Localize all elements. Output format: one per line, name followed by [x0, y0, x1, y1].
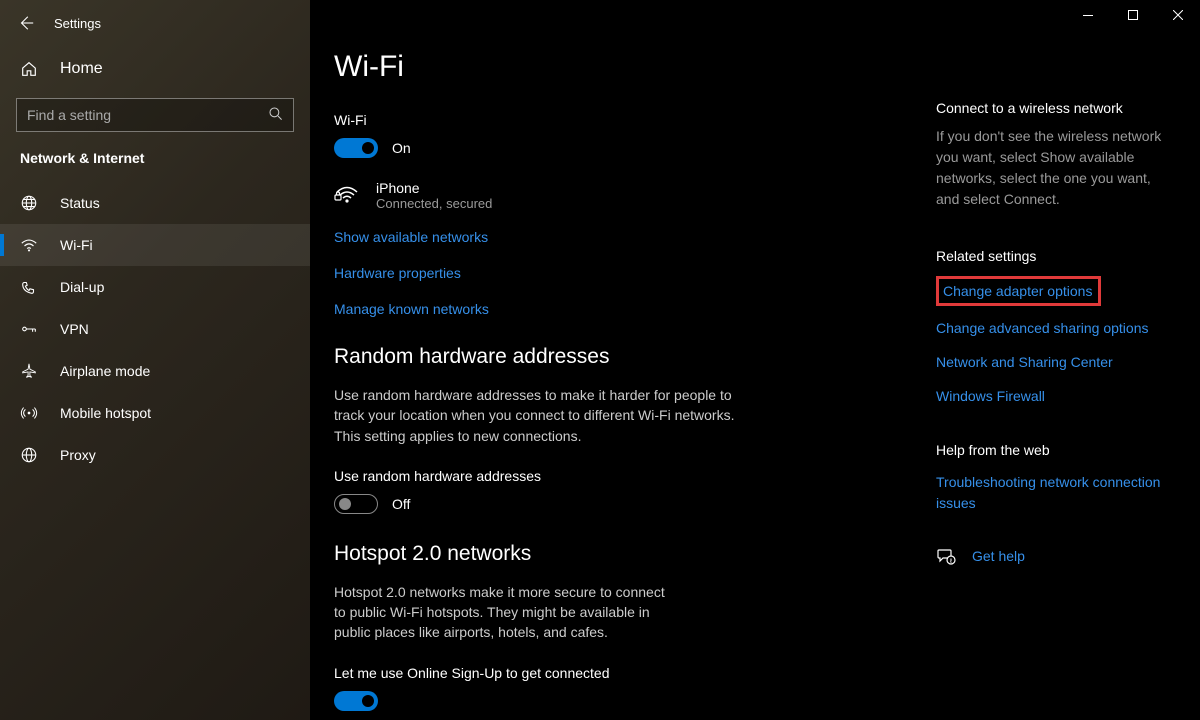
random-addresses-desc: Use random hardware addresses to make it… — [334, 385, 764, 446]
windows-firewall-link[interactable]: Windows Firewall — [936, 388, 1045, 404]
airplane-icon — [20, 362, 38, 380]
hardware-properties-link[interactable]: Hardware properties — [334, 265, 461, 281]
page-title: Wi-Fi — [334, 50, 904, 84]
network-name: iPhone — [376, 180, 492, 196]
sidebar-item-label: Airplane mode — [60, 363, 150, 379]
wifi-toggle-state: On — [392, 140, 411, 156]
sidebar-item-label: VPN — [60, 321, 89, 337]
app-title: Settings — [54, 16, 101, 31]
close-button[interactable] — [1155, 0, 1200, 30]
back-button[interactable] — [16, 14, 36, 32]
change-adapter-options-link[interactable]: Change adapter options — [943, 283, 1092, 299]
help-heading: Help from the web — [936, 442, 1182, 458]
main-content: Wi-Fi Wi-Fi On iPhone Connected, secured… — [334, 50, 924, 720]
sidebar-item-hotspot[interactable]: Mobile hotspot — [0, 392, 310, 434]
get-help-link[interactable]: Get help — [972, 548, 1025, 564]
random-toggle-label: Use random hardware addresses — [334, 468, 904, 484]
wifi-label: Wi-Fi — [334, 112, 904, 128]
connected-network[interactable]: iPhone Connected, secured — [334, 180, 904, 211]
manage-known-networks-link[interactable]: Manage known networks — [334, 301, 489, 317]
minimize-button[interactable] — [1065, 0, 1110, 30]
network-sharing-center-link[interactable]: Network and Sharing Center — [936, 354, 1113, 370]
wifi-secured-icon — [334, 182, 360, 206]
connect-heading: Connect to a wireless network — [936, 100, 1182, 116]
random-addresses-heading: Random hardware addresses — [334, 345, 904, 369]
sidebar-item-home[interactable]: Home — [0, 50, 310, 88]
sidebar: Settings Home Network & Internet Status — [0, 0, 310, 720]
random-toggle-state: Off — [392, 496, 410, 512]
sidebar-item-status[interactable]: Status — [0, 182, 310, 224]
dialup-icon — [20, 278, 38, 296]
sidebar-item-label: Proxy — [60, 447, 96, 463]
sidebar-item-vpn[interactable]: VPN — [0, 308, 310, 350]
proxy-icon — [20, 446, 38, 464]
search-input[interactable] — [16, 98, 294, 132]
show-networks-link[interactable]: Show available networks — [334, 229, 488, 245]
sidebar-item-label: Wi-Fi — [60, 237, 93, 253]
hotspot-icon — [20, 404, 38, 422]
wifi-toggle[interactable] — [334, 138, 378, 158]
network-status: Connected, secured — [376, 196, 492, 211]
highlight-annotation: Change adapter options — [936, 276, 1101, 306]
sidebar-item-airplane[interactable]: Airplane mode — [0, 350, 310, 392]
sidebar-item-dialup[interactable]: Dial-up — [0, 266, 310, 308]
sidebar-item-label: Dial-up — [60, 279, 104, 295]
sidebar-item-label: Mobile hotspot — [60, 405, 151, 421]
related-settings-heading: Related settings — [936, 248, 1182, 264]
sidebar-item-wifi[interactable]: Wi-Fi — [0, 224, 310, 266]
wifi-icon — [20, 236, 38, 254]
hotspot-heading: Hotspot 2.0 networks — [334, 542, 904, 566]
vpn-icon — [20, 320, 38, 338]
home-label: Home — [60, 60, 103, 78]
hotspot-toggle-label: Let me use Online Sign-Up to get connect… — [334, 665, 904, 681]
troubleshoot-link[interactable]: Troubleshooting network connection issue… — [936, 472, 1166, 514]
chat-icon — [936, 546, 956, 566]
category-label: Network & Internet — [0, 146, 310, 182]
maximize-button[interactable] — [1110, 0, 1155, 30]
side-panel: Connect to a wireless network If you don… — [924, 50, 1200, 720]
sidebar-item-label: Status — [60, 195, 100, 211]
home-icon — [20, 60, 38, 78]
change-sharing-options-link[interactable]: Change advanced sharing options — [936, 320, 1149, 336]
hotspot-desc: Hotspot 2.0 networks make it more secure… — [334, 582, 674, 643]
globe-icon — [20, 194, 38, 212]
sidebar-item-proxy[interactable]: Proxy — [0, 434, 310, 476]
hotspot-toggle[interactable] — [334, 691, 378, 711]
connect-desc: If you don't see the wireless network yo… — [936, 126, 1166, 210]
random-addresses-toggle[interactable] — [334, 494, 378, 514]
